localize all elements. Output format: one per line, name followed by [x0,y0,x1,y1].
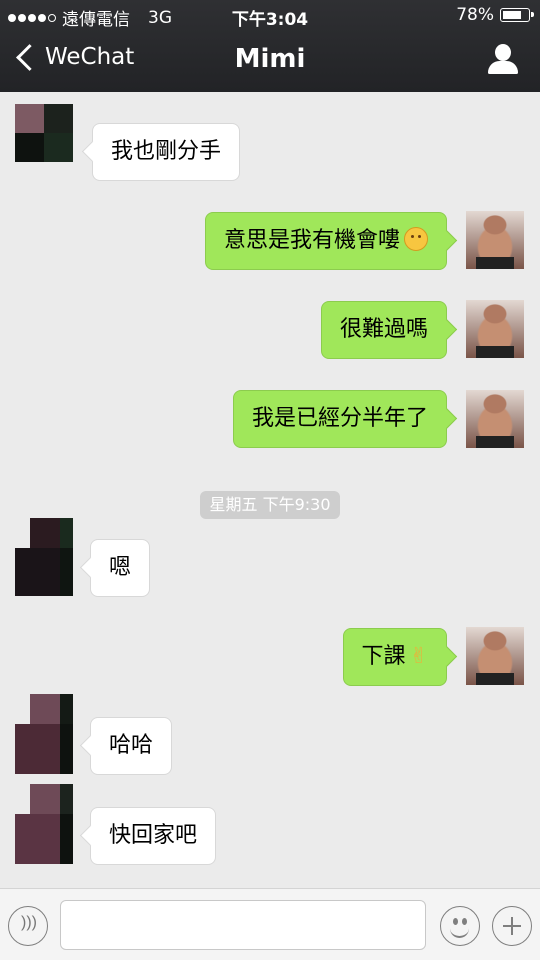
voice-icon: ))) [21,914,37,931]
message-input[interactable] [60,900,426,950]
navigation-bar: WeChat Mimi [0,32,540,92]
my-avatar[interactable] [466,300,524,358]
emoji-button[interactable] [440,906,480,946]
battery-icon [500,8,534,22]
thinking-face-icon [404,227,428,251]
my-avatar[interactable] [466,390,524,448]
status-bar: 遠傳電信 3G 下午3:04 78% [0,0,540,32]
top-bar: 遠傳電信 3G 下午3:04 78% WeChat Mimi [0,0,540,92]
message-bubble-outgoing[interactable]: 下課 ✌ [342,628,447,686]
message-bubble-incoming[interactable]: 快回家吧 [90,807,217,865]
victory-hand-icon: ✌ [409,644,428,669]
chat-area[interactable]: 我也剛分手 意思是我有機會嘍 很難過嗎 我是已經分半年了 星期五 下午9:30 … [0,92,540,888]
message-bubble-outgoing[interactable]: 很難過嗎 [320,301,447,359]
input-bar: ))) [0,888,540,960]
contact-avatar[interactable] [15,784,73,864]
message-bubble-incoming[interactable]: 哈哈 [90,717,173,775]
voice-input-button[interactable]: ))) [8,906,48,946]
contact-avatar[interactable] [15,518,73,596]
message-bubble-outgoing[interactable]: 意思是我有機會嘍 [204,212,447,270]
message-bubble-outgoing[interactable]: 我是已經分半年了 [232,390,447,448]
contact-profile-button[interactable] [488,44,518,76]
message-bubble-incoming[interactable]: 我也剛分手 [92,123,241,181]
my-avatar[interactable] [466,211,524,269]
contact-avatar[interactable] [15,104,73,162]
smiley-icon [453,918,458,925]
person-icon [495,44,511,61]
timestamp-divider: 星期五 下午9:30 [200,491,340,519]
my-avatar[interactable] [466,627,524,685]
battery-percent: 78% [456,5,494,25]
chat-title: Mimi [234,44,306,74]
message-bubble-incoming[interactable]: 嗯 [90,539,151,597]
contact-avatar[interactable] [15,694,73,774]
more-options-button[interactable] [492,906,532,946]
